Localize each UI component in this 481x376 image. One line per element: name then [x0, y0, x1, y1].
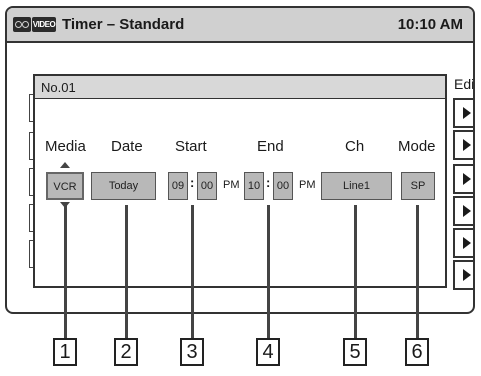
callout-number: 1 [53, 338, 77, 366]
callout-line [267, 205, 270, 338]
start-ampm: PM [223, 179, 240, 191]
callout-line [125, 205, 128, 338]
page-title: Timer – Standard [62, 16, 185, 33]
end-hour-field[interactable]: 10 [244, 172, 264, 200]
callout-line [191, 205, 194, 338]
timer-edit-dialog: No.01 Media Date Start End Ch Mode VCR T… [33, 74, 447, 288]
callout-number: 3 [180, 338, 204, 366]
video-logo-icon: VIDEO [32, 17, 56, 32]
dialog-header: No.01 [35, 76, 445, 99]
mode-label: Mode [398, 138, 436, 155]
clock: 10:10 AM [397, 16, 463, 33]
edit-arrow-button[interactable] [453, 98, 473, 128]
callout-number: 6 [405, 338, 429, 366]
media-label: Media [45, 138, 86, 155]
callout-number: 4 [256, 338, 280, 366]
media-field[interactable]: VCR [46, 172, 84, 200]
callout-line [354, 205, 357, 338]
edit-arrow-button[interactable] [453, 260, 473, 290]
cassette-icon [13, 17, 31, 32]
callout-line [416, 205, 419, 338]
start-hour-field[interactable]: 09 [168, 172, 188, 200]
title-bar: VIDEO Timer – Standard 10:10 AM [7, 8, 473, 43]
program-number: No.01 [41, 80, 76, 95]
date-field[interactable]: Today [91, 172, 156, 200]
end-label: End [257, 138, 284, 155]
edit-arrow-button[interactable] [453, 196, 473, 226]
channel-field[interactable]: Line1 [321, 172, 392, 200]
edit-arrow-button[interactable] [453, 130, 473, 160]
edit-arrow-button[interactable] [453, 228, 473, 258]
edit-arrow-button[interactable] [453, 164, 473, 194]
start-label: Start [175, 138, 207, 155]
start-minute-field[interactable]: 00 [197, 172, 217, 200]
list-edit-header: Edit [454, 76, 475, 92]
callout-number: 5 [343, 338, 367, 366]
mode-field[interactable]: SP [401, 172, 435, 200]
channel-label: Ch [345, 138, 365, 155]
end-ampm: PM [299, 179, 316, 191]
date-label: Date [111, 138, 143, 155]
callout-line [64, 205, 67, 338]
callout-number: 2 [114, 338, 138, 366]
chevron-up-icon[interactable] [60, 162, 70, 168]
end-minute-field[interactable]: 00 [273, 172, 293, 200]
